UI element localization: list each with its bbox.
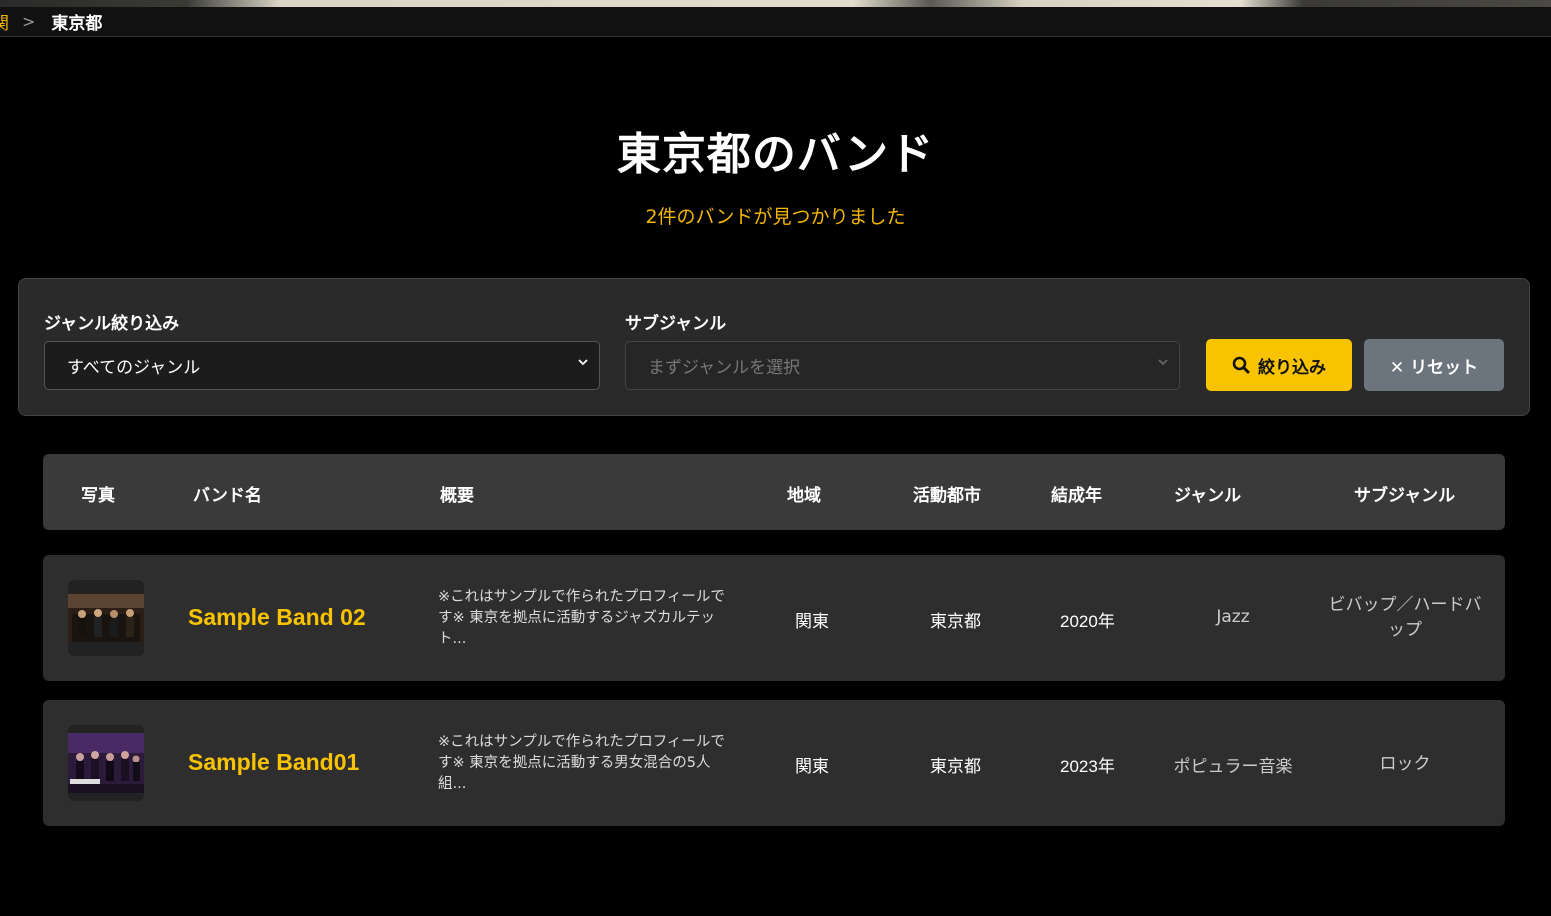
chevron-down-icon — [578, 359, 588, 366]
reset-button[interactable]: ✕ リセット — [1364, 339, 1504, 391]
band-formed-year: 2020年 — [1060, 612, 1115, 631]
column-header-region: 地域 — [787, 486, 821, 506]
subgenre-select[interactable]: まずジャンルを選択 — [625, 341, 1180, 390]
band-name-link[interactable]: Sample Band01 — [188, 749, 359, 776]
band-summary: ※これはサンプルで作られたプロフィールです※ 東京を拠点に活動する男女混合の5人… — [438, 734, 725, 792]
band-region: 関東 — [795, 612, 829, 632]
filter-panel: ジャンル絞り込み すべてのジャンル サブジャンル まずジャンルを選択 絞り込み … — [18, 278, 1530, 416]
filter-button[interactable]: 絞り込み — [1206, 339, 1352, 391]
search-icon — [1232, 356, 1250, 374]
band-city: 東京都 — [930, 612, 981, 632]
band-city: 東京都 — [930, 757, 981, 777]
band-photo[interactable] — [68, 580, 144, 656]
result-count: 2件のバンドが見つかりました — [645, 206, 906, 228]
subgenre-select-placeholder: まずジャンルを選択 — [648, 358, 801, 378]
band-photo-image — [68, 594, 144, 642]
column-header-summary: 概要 — [440, 486, 474, 506]
breadcrumb-current: 東京都 — [51, 14, 103, 34]
genre-filter-label: ジャンル絞り込み — [44, 314, 180, 334]
breadcrumb-item-kanto[interactable]: 関東 — [0, 9, 8, 34]
breadcrumb-separator: > — [22, 12, 36, 31]
band-summary: ※これはサンプルで作られたプロフィールです※ 東京を拠点に活動するジャズカルテッ… — [438, 589, 725, 647]
column-header-genre: ジャンル — [1174, 486, 1242, 506]
chevron-down-icon — [1158, 359, 1168, 366]
band-photo-image — [68, 733, 144, 793]
band-genre: Jazz — [1216, 607, 1250, 627]
table-row[interactable]: Sample Band01 ※これはサンプルで作られたプロフィールです※ 東京を… — [43, 700, 1505, 826]
band-name-link[interactable]: Sample Band 02 — [188, 604, 366, 631]
band-genre: ポピュラー音楽 — [1173, 757, 1293, 777]
column-header-band-name: バンド名 — [193, 486, 262, 506]
column-header-year: 結成年 — [1051, 486, 1102, 506]
table-header: 写真 バンド名 概要 地域 活動都市 結成年 ジャンル サブジャンル — [43, 454, 1505, 530]
breadcrumb: 関東 > 東京都 — [0, 7, 1551, 37]
band-subgenre: ロック — [1379, 754, 1431, 774]
table-row[interactable]: Sample Band 02 ※これはサンプルで作られたプロフィールです※ 東京… — [43, 555, 1505, 681]
genre-select-value: すべてのジャンル — [67, 358, 201, 378]
column-header-photo: 写真 — [81, 486, 115, 506]
band-region: 関東 — [795, 757, 829, 777]
band-photo[interactable] — [68, 725, 144, 801]
filter-button-label: 絞り込み — [1258, 357, 1326, 378]
reset-button-label: ✕ リセット — [1389, 357, 1479, 378]
column-header-city: 活動都市 — [913, 486, 981, 506]
band-formed-year: 2023年 — [1060, 757, 1115, 776]
genre-select[interactable]: すべてのジャンル — [44, 341, 600, 390]
column-header-subgenre: サブジャンル — [1354, 486, 1456, 506]
subgenre-filter-label: サブジャンル — [625, 314, 727, 334]
page-title: 東京都のバンド — [616, 129, 935, 180]
band-subgenre: ビバップ／ハードバップ — [1328, 595, 1482, 640]
top-banner-image — [0, 0, 1551, 7]
